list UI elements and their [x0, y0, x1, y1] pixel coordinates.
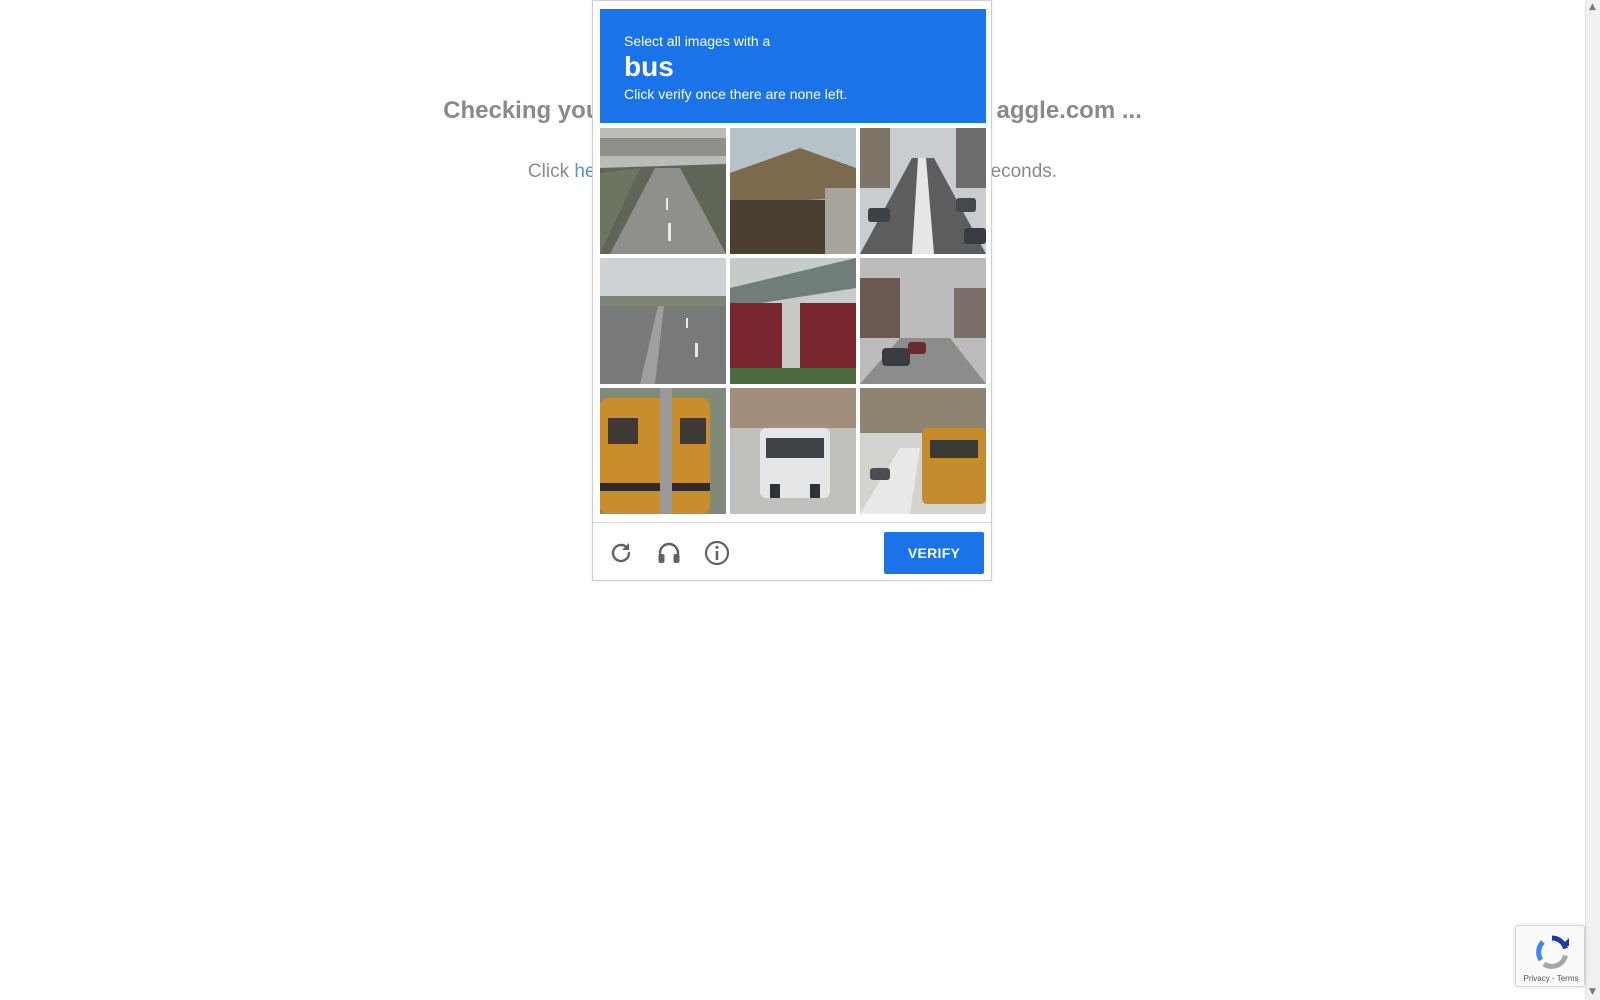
highway-image [600, 128, 726, 254]
school-bus-back-image [600, 388, 726, 514]
verify-button[interactable]: VERIFY [884, 532, 984, 574]
captcha-tile-8[interactable] [730, 388, 856, 514]
captcha-dialog: Select all images with a bus Click verif… [592, 0, 992, 581]
snowy-street-image [860, 128, 986, 254]
page-title-end: aggle.com ... [996, 97, 1142, 124]
reload-icon[interactable] [607, 539, 635, 567]
redirect-text-start: Click [527, 161, 575, 182]
badge-privacy-terms[interactable]: Privacy - Terms [1516, 974, 1586, 983]
captcha-tile-1[interactable] [600, 128, 726, 254]
captcha-tile-7[interactable] [600, 388, 726, 514]
residential-street-image [860, 258, 986, 384]
recaptcha-badge[interactable]: Privacy - Terms [1515, 925, 1585, 987]
captcha-image-grid [600, 128, 986, 514]
bridge-wall-image [730, 258, 856, 384]
captcha-footer: VERIFY [593, 522, 991, 582]
recaptcha-logo-icon [1534, 934, 1570, 970]
captcha-header: Select all images with a bus Click verif… [600, 9, 986, 123]
redirect-text-end: econds. [990, 161, 1058, 182]
captcha-tile-4[interactable] [600, 258, 726, 384]
captcha-target-word: bus [624, 51, 674, 82]
white-bus-image [730, 388, 856, 514]
captcha-tile-9[interactable] [860, 388, 986, 514]
house-image [730, 128, 856, 254]
page-scrollbar[interactable]: ▲ ▼ [1585, 0, 1600, 1000]
captcha-tile-6[interactable] [860, 258, 986, 384]
page-title-start: Checking you [443, 97, 601, 124]
road-image [600, 258, 726, 384]
school-bus-street-image [860, 388, 986, 514]
scroll-down-arrow-icon[interactable]: ▼ [1589, 987, 1596, 997]
captcha-instruction: Select all images with a [624, 33, 771, 49]
headphones-icon[interactable] [655, 539, 683, 567]
captcha-subtext: Click verify once there are none left. [624, 86, 848, 102]
captcha-tile-2[interactable] [730, 128, 856, 254]
captcha-tile-3[interactable] [860, 128, 986, 254]
scroll-up-arrow-icon[interactable]: ▲ [1589, 2, 1596, 12]
captcha-tile-5[interactable] [730, 258, 856, 384]
info-icon[interactable] [703, 539, 731, 567]
